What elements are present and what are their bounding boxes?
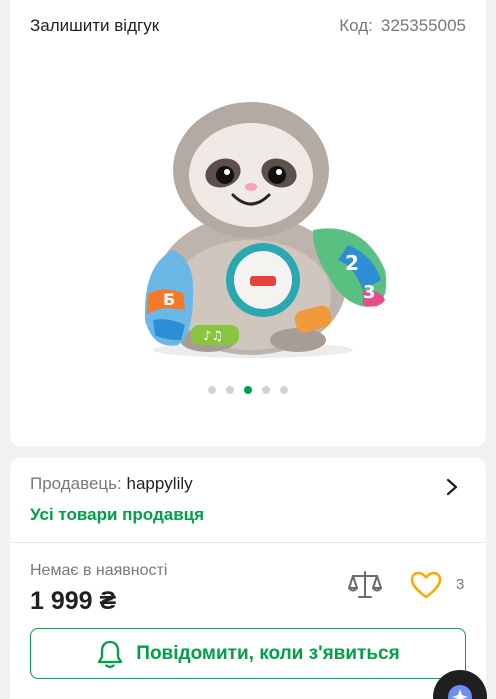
gallery-dot[interactable] <box>280 386 288 394</box>
product-purchase-card: Продавець: happylily Усі товари продавця… <box>10 458 486 699</box>
heart-icon[interactable] <box>410 571 442 599</box>
stock-status: Немає в наявності <box>30 562 168 579</box>
product-gallery-card: Залишити відгук Код: 325355005 Б 2 3 ♪♫ <box>10 0 486 446</box>
compare-scales-icon[interactable] <box>348 570 382 600</box>
gallery-dot-active[interactable] <box>244 386 252 394</box>
all-seller-goods-link[interactable]: Усі товари продавця <box>30 505 204 525</box>
svg-text:♪♫: ♪♫ <box>203 329 223 344</box>
gallery-dot[interactable] <box>208 386 216 394</box>
chevron-right-icon[interactable] <box>444 478 460 496</box>
product-code-value: 325355005 <box>380 16 466 35</box>
product-price: 1 999 ₴ <box>30 587 117 615</box>
bell-icon <box>98 640 123 668</box>
notify-button-label: Повідомити, коли з'явиться <box>136 642 400 664</box>
gallery-pagination <box>208 386 288 394</box>
wishlist-count: 3 <box>456 576 465 593</box>
product-code-label: Код: <box>339 16 373 35</box>
svg-text:Б: Б <box>163 290 175 309</box>
product-image[interactable]: Б 2 3 ♪♫ <box>123 95 389 360</box>
gallery-dot[interactable] <box>226 386 234 394</box>
gallery-dot[interactable] <box>262 386 270 394</box>
seller-name[interactable]: happylily <box>126 474 192 493</box>
leave-review-link[interactable]: Залишити відгук <box>30 16 159 36</box>
svg-text:2: 2 <box>345 251 359 275</box>
sparkle-icon <box>448 685 472 699</box>
notify-when-available-button[interactable]: Повідомити, коли з'явиться <box>30 628 466 679</box>
svg-text:3: 3 <box>363 282 376 303</box>
divider <box>10 542 486 543</box>
seller-label: Продавець: <box>30 474 122 493</box>
product-code: Код: 325355005 <box>339 16 466 36</box>
seller-row[interactable]: Продавець: happylily <box>30 474 193 494</box>
